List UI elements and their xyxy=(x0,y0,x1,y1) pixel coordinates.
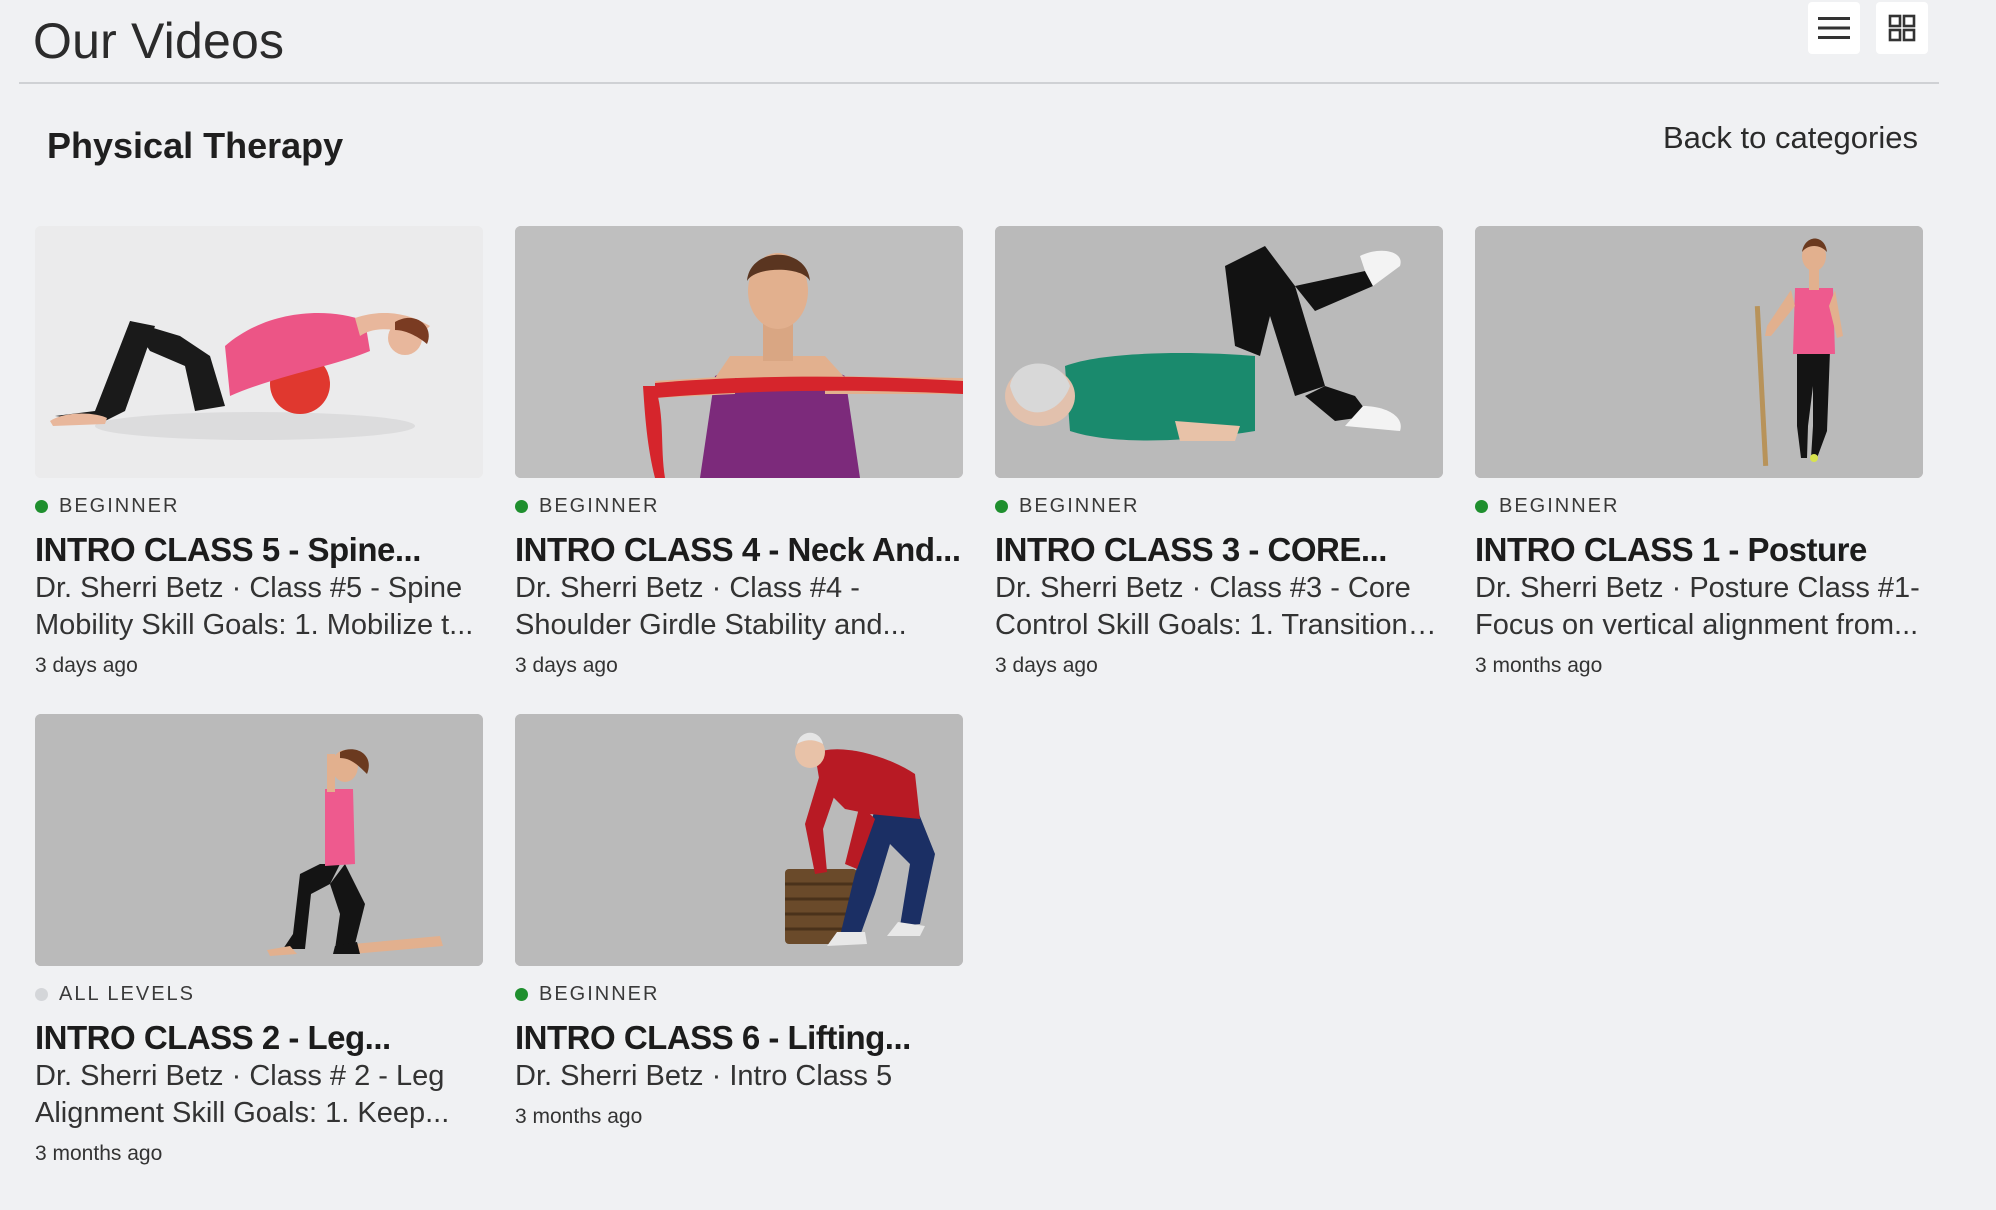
woman-posture-image xyxy=(1475,226,1923,478)
woman-leg-alignment-image xyxy=(35,714,483,966)
page-header: Our Videos xyxy=(19,0,1939,84)
video-date: 3 months ago xyxy=(35,1142,163,1165)
video-description: Dr. Sherri Betz · Posture Class #1- Focu… xyxy=(1475,572,1920,641)
page-title: Our Videos xyxy=(33,13,285,69)
level-label: BEGINNER xyxy=(539,494,660,517)
level-indicator: ALL LEVELS xyxy=(35,982,483,1006)
level-indicator: BEGINNER xyxy=(995,494,1443,518)
video-title[interactable]: INTRO CLASS 1 - Posture xyxy=(1475,530,1923,570)
grid-view-button[interactable] xyxy=(1876,2,1928,54)
video-description: Dr. Sherri Betz · Class #5 - Spine Mobil… xyxy=(35,572,474,641)
beginner-level-dot xyxy=(515,987,528,1001)
video-description: Dr. Sherri Betz · Class # 2 - Leg Alignm… xyxy=(35,1060,450,1129)
level-indicator: BEGINNER xyxy=(515,494,963,518)
video-date: 3 days ago xyxy=(515,654,618,677)
video-thumbnail[interactable] xyxy=(1475,226,1923,478)
video-card[interactable]: BEGINNER INTRO CLASS 3 - CORE... Dr. She… xyxy=(995,226,1443,678)
video-card[interactable]: BEGINNER INTRO CLASS 1 - Posture Dr. She… xyxy=(1475,226,1923,678)
man-lifting-box-image xyxy=(515,714,963,966)
video-thumbnail[interactable] xyxy=(35,714,483,966)
level-indicator: BEGINNER xyxy=(35,494,483,518)
video-card[interactable]: ALL LEVELS INTRO CLASS 2 - Leg... Dr. Sh… xyxy=(35,714,483,1166)
video-title[interactable]: INTRO CLASS 5 - Spine... xyxy=(35,530,483,570)
level-indicator: BEGINNER xyxy=(1475,494,1923,518)
video-thumbnail[interactable] xyxy=(35,226,483,478)
level-label: ALL LEVELS xyxy=(59,982,196,1005)
video-date: 3 months ago xyxy=(515,1105,643,1128)
grid-view-icon xyxy=(1888,14,1916,42)
video-title[interactable]: INTRO CLASS 3 - CORE... xyxy=(995,530,1443,570)
beginner-level-dot xyxy=(35,499,48,513)
video-description: Dr. Sherri Betz · Class #3 - Core Contro… xyxy=(995,572,1411,641)
video-thumbnail[interactable] xyxy=(515,226,963,478)
video-title[interactable]: INTRO CLASS 2 - Leg... xyxy=(35,1018,483,1058)
list-view-icon xyxy=(1818,17,1850,39)
level-label: BEGINNER xyxy=(539,982,660,1005)
beginner-level-dot xyxy=(1475,499,1488,513)
level-label: BEGINNER xyxy=(1019,494,1140,517)
section-title: Physical Therapy xyxy=(47,125,344,166)
all-levels-dot xyxy=(35,987,48,1001)
woman-spine-exercise-image xyxy=(35,226,483,478)
video-title[interactable]: INTRO CLASS 6 - Lifting... xyxy=(515,1018,963,1058)
level-label: BEGINNER xyxy=(59,494,180,517)
video-date: 3 days ago xyxy=(995,654,1098,677)
video-card[interactable]: BEGINNER INTRO CLASS 6 - Lifting... Dr. … xyxy=(515,714,963,1129)
video-date: 3 months ago xyxy=(1475,654,1603,677)
video-thumbnail[interactable] xyxy=(995,226,1443,478)
beginner-level-dot xyxy=(995,499,1008,513)
video-card[interactable]: BEGINNER INTRO CLASS 5 - Spine... Dr. Sh… xyxy=(35,226,483,678)
man-core-exercise-image xyxy=(995,226,1443,478)
back-to-categories-link[interactable]: Back to categories xyxy=(1663,120,1918,156)
level-indicator: BEGINNER xyxy=(515,982,963,1006)
video-thumbnail[interactable] xyxy=(515,714,963,966)
woman-neck-shoulder-exercise-image xyxy=(515,226,963,478)
list-view-button[interactable] xyxy=(1808,2,1860,54)
video-card[interactable]: BEGINNER INTRO CLASS 4 - Neck And... Dr.… xyxy=(515,226,963,678)
video-date: 3 days ago xyxy=(35,654,138,677)
video-description: Dr. Sherri Betz · Intro Class 5 xyxy=(515,1060,893,1092)
video-description: Dr. Sherri Betz · Class #4 - Shoulder Gi… xyxy=(515,572,907,641)
level-label: BEGINNER xyxy=(1499,494,1620,517)
beginner-level-dot xyxy=(515,499,528,513)
video-title[interactable]: INTRO CLASS 4 - Neck And... xyxy=(515,530,963,570)
